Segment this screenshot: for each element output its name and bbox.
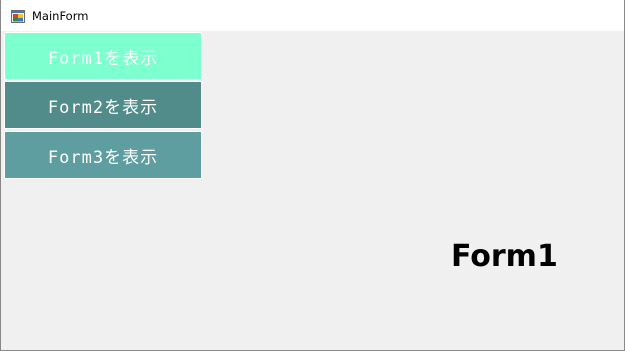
current-form-label: Form1 bbox=[451, 239, 558, 274]
title-bar[interactable]: MainForm bbox=[1, 0, 624, 31]
show-form3-button[interactable]: Form3を表示 bbox=[4, 131, 202, 179]
main-window: MainForm Form1を表示 Form2を表示 Form3を表示 Form… bbox=[0, 0, 625, 351]
show-form2-button[interactable]: Form2を表示 bbox=[4, 81, 202, 129]
window-title: MainForm bbox=[32, 9, 89, 23]
client-area: Form1を表示 Form2を表示 Form3を表示 Form1 bbox=[1, 31, 624, 350]
windows-form-icon bbox=[11, 8, 25, 23]
show-form1-button[interactable]: Form1を表示 bbox=[4, 32, 202, 80]
